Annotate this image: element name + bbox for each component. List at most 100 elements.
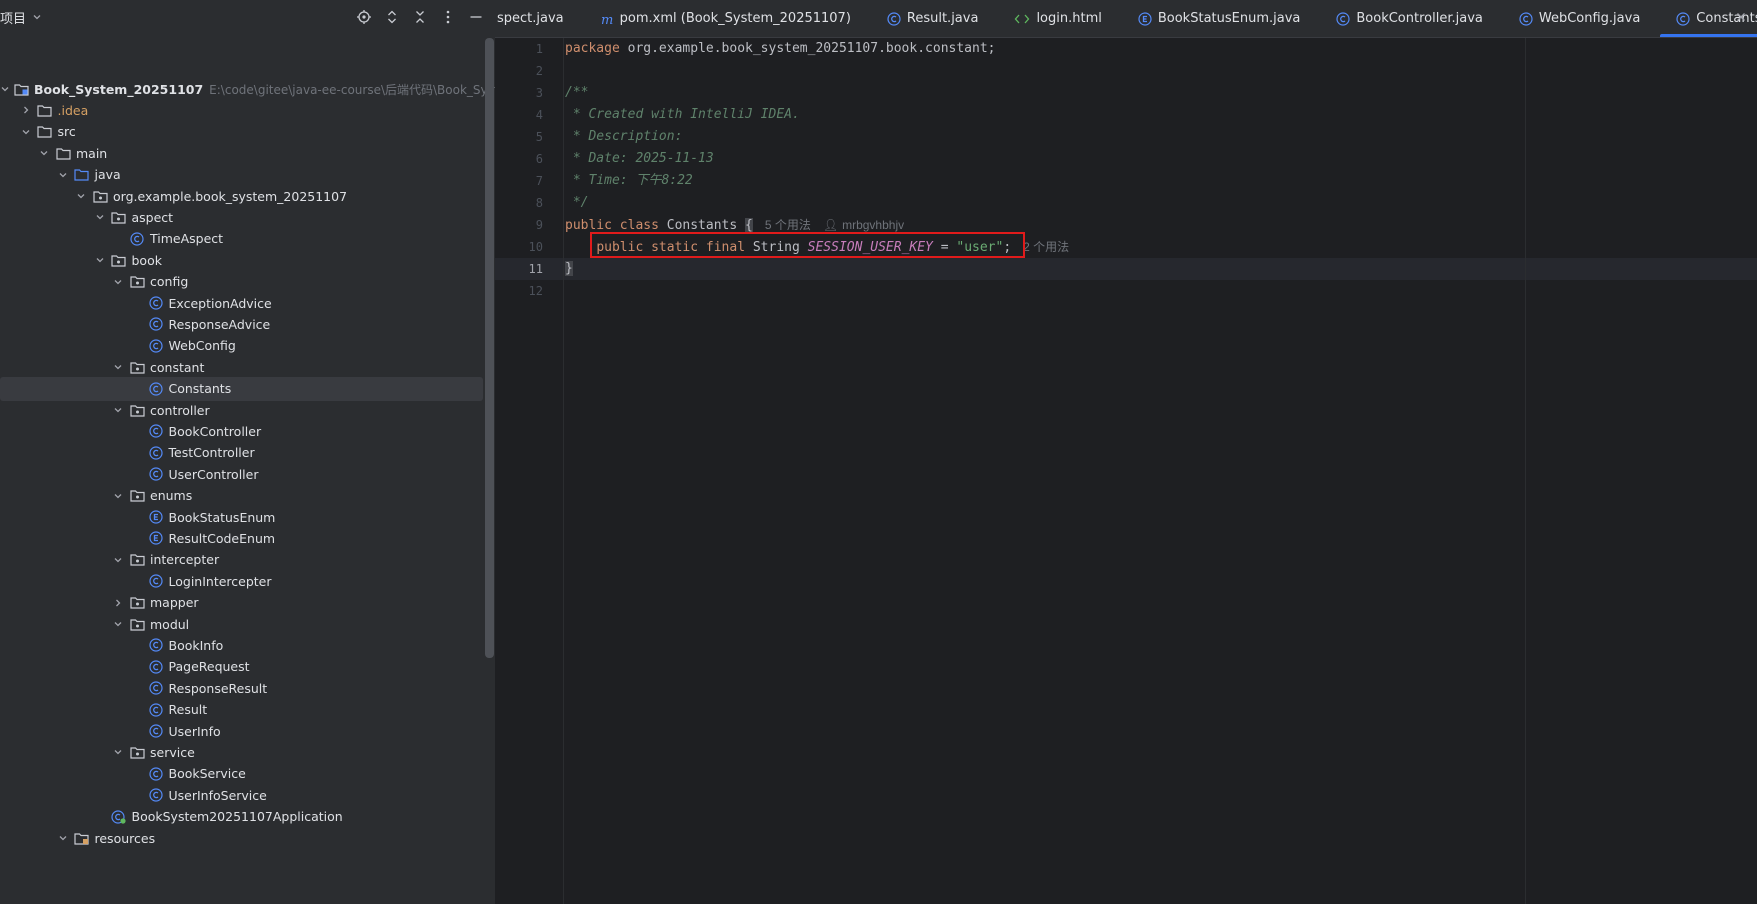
tree-item[interactable]: BookStatusEnum	[0, 505, 483, 529]
chevron-down-icon[interactable]	[93, 210, 107, 224]
usages-hint[interactable]: 5 个用法	[765, 218, 811, 232]
locate-icon[interactable]	[355, 8, 373, 26]
chevron-down-icon[interactable]	[111, 745, 125, 759]
class-icon	[1676, 11, 1690, 26]
tree-item[interactable]: UserInfoService	[0, 783, 483, 807]
line-number[interactable]: 1	[503, 38, 543, 60]
line-number[interactable]: 2	[503, 60, 543, 82]
module-path: E:\code\gitee\java-ee-course\后端代码\Book_S…	[209, 82, 495, 97]
usages-hint[interactable]: 2 个用法	[1023, 240, 1069, 254]
tree-item[interactable]: org.example.book_system_20251107	[0, 184, 483, 208]
chevron-down-icon[interactable]	[56, 168, 70, 182]
tree-item[interactable]: mapper	[0, 591, 483, 615]
tree-item[interactable]: src	[0, 120, 483, 144]
tree-item[interactable]: aspect	[0, 205, 483, 229]
project-tree-scrollbar[interactable]	[485, 38, 494, 658]
line-number[interactable]: 12	[503, 280, 543, 302]
tree-item[interactable]: BookController	[0, 419, 483, 443]
chevron-down-icon[interactable]	[19, 125, 33, 139]
tree-item[interactable]: BookInfo	[0, 633, 483, 657]
more-options-icon[interactable]	[439, 8, 457, 26]
line-number[interactable]: 10	[503, 236, 543, 258]
editor-tab[interactable]: spect.java	[495, 0, 582, 37]
chevron-right-icon[interactable]	[111, 596, 125, 610]
chevron-down-icon[interactable]	[111, 489, 125, 503]
tree-item[interactable]: TimeAspect	[0, 227, 483, 251]
tree-item[interactable]: main	[0, 141, 483, 165]
tree-item[interactable]: Constants	[0, 376, 483, 401]
doc-comment: * Created with IntelliJ IDEA.	[565, 107, 800, 122]
tree-item[interactable]: UserController	[0, 462, 483, 486]
project-panel-title[interactable]: 项目	[0, 8, 26, 27]
gutter-separator	[563, 38, 564, 904]
line-number[interactable]: 9	[503, 214, 543, 236]
tree-item-label: aspect	[131, 209, 174, 225]
author-hint[interactable]: mrbgvhbhjv	[842, 218, 904, 232]
code-editor[interactable]: 1 2 3 4 5 6 7 8 9 10 11 12 package org.example.book…	[495, 38, 1757, 904]
chevron-down-icon[interactable]	[56, 831, 70, 845]
tree-item[interactable]: intercepter	[0, 548, 483, 572]
editor-tab[interactable]: login.html	[996, 0, 1119, 37]
tree-item[interactable]: BookService	[0, 762, 483, 786]
chevron-down-icon[interactable]	[37, 146, 51, 160]
line-number[interactable]: 3	[503, 82, 543, 104]
line-number[interactable]: 7	[503, 170, 543, 192]
tree-item[interactable]: UserInfo	[0, 719, 483, 743]
editor-tab[interactable]: BookStatusEnum.java	[1120, 0, 1319, 37]
chevron-down-icon[interactable]	[74, 189, 88, 203]
tree-item-label: org.example.book_system_20251107	[113, 188, 348, 204]
editor-tab[interactable]: m pom.xml (Book_System_20251107)	[582, 0, 869, 37]
tree-item[interactable]: modul	[0, 612, 483, 636]
tree-item[interactable]: enums	[0, 484, 483, 508]
editor-tab[interactable]: BookController.java	[1318, 0, 1500, 37]
close-icon[interactable]	[1735, 11, 1747, 23]
chevron-down-icon[interactable]	[32, 12, 42, 22]
collapse-all-icon[interactable]	[411, 8, 429, 26]
tree-item[interactable]: ResultCodeEnum	[0, 526, 483, 550]
tree-item[interactable]: WebConfig	[0, 334, 483, 358]
tree-item[interactable]: Result	[0, 698, 483, 722]
expand-all-icon[interactable]	[383, 8, 401, 26]
line-number[interactable]: 6	[503, 148, 543, 170]
tree-item[interactable]: PageRequest	[0, 655, 483, 679]
chevron-down-icon[interactable]	[111, 275, 125, 289]
tree-item[interactable]: java	[0, 163, 483, 187]
line-number[interactable]: 4	[503, 104, 543, 126]
editor-tab[interactable]: Result.java	[869, 0, 997, 37]
tree-item-label: service	[150, 744, 195, 760]
tree-item[interactable]: ExceptionAdvice	[0, 291, 483, 315]
chevron-down-icon[interactable]	[111, 553, 125, 567]
minimize-icon[interactable]	[467, 8, 485, 26]
tree-item[interactable]: ResponseAdvice	[0, 312, 483, 336]
tree-item-label: TestController	[168, 445, 255, 461]
line-number-gutter: 1 2 3 4 5 6 7 8 9 10 11 12	[495, 38, 563, 904]
chevron-down-icon[interactable]	[111, 617, 125, 631]
tree-item[interactable]: controller	[0, 398, 483, 422]
tree-item[interactable]: .idea	[0, 98, 483, 122]
chevron-down-icon[interactable]	[0, 82, 10, 96]
code-line-1: package org.example.book_system_20251107…	[565, 38, 995, 60]
chevron-down-icon[interactable]	[93, 253, 107, 267]
chevron-down-icon[interactable]	[111, 403, 125, 417]
tree-item[interactable]: book	[0, 248, 483, 272]
folder-icon	[37, 124, 53, 140]
class-icon	[148, 787, 164, 803]
line-number[interactable]: 5	[503, 126, 543, 148]
tree-item[interactable]: constant	[0, 355, 483, 379]
line-number[interactable]: 8	[503, 192, 543, 214]
chevron-right-icon[interactable]	[19, 103, 33, 117]
tree-item[interactable]: config	[0, 270, 483, 294]
tree-item[interactable]: service	[0, 740, 483, 764]
tree-item[interactable]: ResponseResult	[0, 676, 483, 700]
chevron-down-icon[interactable]	[111, 360, 125, 374]
tree-item[interactable]: resources	[0, 826, 483, 850]
tree-item[interactable]: Book_System_20251107 E:\code\gitee\java-e…	[0, 77, 495, 101]
tree-item[interactable]: LoginIntercepter	[0, 569, 483, 593]
tree-item[interactable]: TestController	[0, 441, 483, 465]
editor-tab[interactable]: WebConfig.java	[1501, 0, 1658, 37]
code-line-7: * Time: 下午8:22	[565, 170, 693, 192]
line-number[interactable]: 11	[503, 258, 543, 280]
tree-item[interactable]: BookSystem20251107Application	[0, 805, 483, 829]
